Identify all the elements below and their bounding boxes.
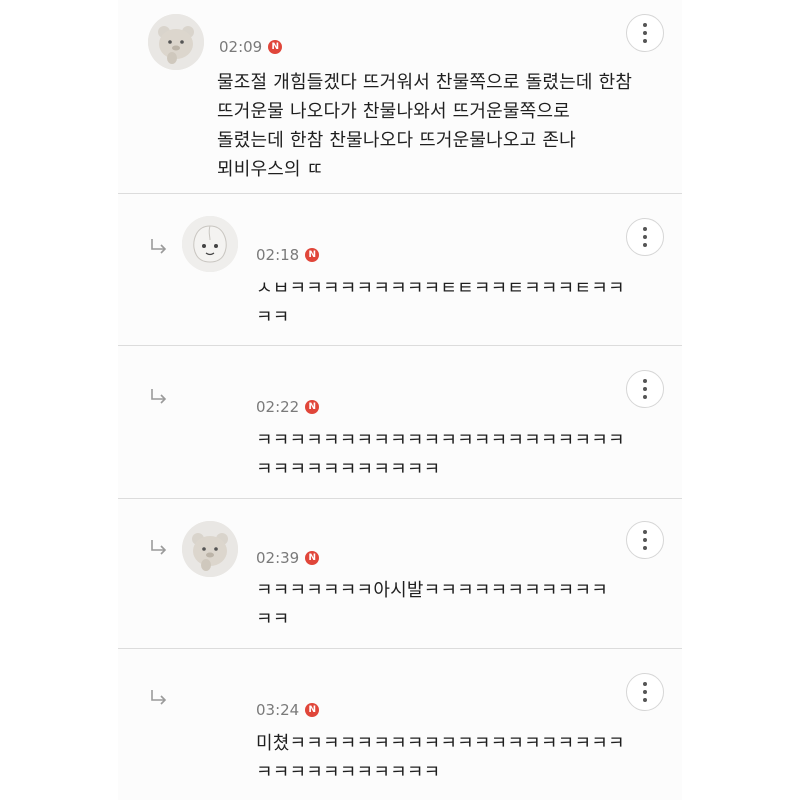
- new-badge: N: [305, 703, 320, 717]
- time-label: 02:09: [219, 38, 263, 56]
- new-badge: N: [305, 248, 320, 262]
- reply-item: 03:24 N 미쳤ㅋㅋㅋㅋㅋㅋㅋㅋㅋㅋㅋㅋㅋㅋㅋㅋㅋㅋㅋㅋ ㅋㅋㅋㅋㅋㅋㅋㅋㅋ…: [118, 649, 682, 800]
- new-badge: N: [268, 40, 283, 54]
- reply-item: 02:39 N ㅋㅋㅋㅋㅋㅋㅋ아시발ㅋㅋㅋㅋㅋㅋㅋㅋㅋㅋㅋ ㅋㅋ: [118, 499, 682, 649]
- reply-item: 02:18 N ㅅㅂㅋㅋㅋㅋㅋㅋㅋㅋㅋㅌㅌㅋㅋㅌㅋㅋㅋㅌㅋㅋ ㅋㅋ: [118, 194, 682, 346]
- more-options-button[interactable]: [626, 673, 664, 711]
- more-vertical-icon: [643, 377, 647, 401]
- reply-arrow-icon: [148, 386, 170, 408]
- comment-time: 02:18 N: [256, 246, 320, 264]
- comment-text: 물조절 개힘들겠다 뜨거워서 찬물쪽으로 돌렸는데 한참 뜨거운물 나오다가 찬…: [217, 72, 633, 180]
- time-label: 02:22: [256, 398, 300, 416]
- time-label: 03:24: [256, 701, 300, 719]
- more-vertical-icon: [643, 225, 647, 249]
- comment-text: ㅋㅋㅋㅋㅋㅋㅋ아시발ㅋㅋㅋㅋㅋㅋㅋㅋㅋㅋㅋ ㅋㅋ: [256, 580, 608, 630]
- time-label: 02:18: [256, 246, 300, 264]
- reply-item: 02:22 N ㅋㅋㅋㅋㅋㅋㅋㅋㅋㅋㅋㅋㅋㅋㅋㅋㅋㅋㅋㅋㅋㅋ ㅋㅋㅋㅋㅋㅋㅋㅋㅋ…: [118, 346, 682, 499]
- more-vertical-icon: [643, 680, 647, 704]
- peach-avatar-icon[interactable]: [182, 216, 238, 272]
- new-badge: N: [305, 400, 320, 414]
- bear-avatar-icon[interactable]: [182, 521, 238, 577]
- comment-time: 02:22 N: [256, 398, 320, 416]
- comment-time: 02:09 N: [219, 38, 283, 56]
- comment-time: 02:39 N: [256, 549, 320, 567]
- more-options-button[interactable]: [626, 370, 664, 408]
- comment-time: 03:24 N: [256, 701, 320, 719]
- more-options-button[interactable]: [626, 218, 664, 256]
- reply-arrow-icon: [148, 687, 170, 709]
- comment-text: ㅅㅂㅋㅋㅋㅋㅋㅋㅋㅋㅋㅌㅌㅋㅋㅌㅋㅋㅋㅌㅋㅋ ㅋㅋ: [256, 278, 625, 328]
- comment-text: 미쳤ㅋㅋㅋㅋㅋㅋㅋㅋㅋㅋㅋㅋㅋㅋㅋㅋㅋㅋㅋㅋ ㅋㅋㅋㅋㅋㅋㅋㅋㅋㅋㅋ: [256, 733, 625, 783]
- more-options-button[interactable]: [626, 14, 664, 52]
- bear-avatar-icon[interactable]: [148, 14, 204, 70]
- comment-item: 02:09 N 물조절 개힘들겠다 뜨거워서 찬물쪽으로 돌렸는데 한참 뜨거운…: [118, 0, 682, 194]
- comment-text: ㅋㅋㅋㅋㅋㅋㅋㅋㅋㅋㅋㅋㅋㅋㅋㅋㅋㅋㅋㅋㅋㅋ ㅋㅋㅋㅋㅋㅋㅋㅋㅋㅋㅋ: [256, 430, 625, 480]
- more-vertical-icon: [643, 21, 647, 45]
- reply-arrow-icon: [148, 537, 170, 559]
- comment-list: 02:09 N 물조절 개힘들겠다 뜨거워서 찬물쪽으로 돌렸는데 한참 뜨거운…: [118, 0, 682, 800]
- new-badge: N: [305, 551, 320, 565]
- reply-arrow-icon: [148, 236, 170, 258]
- more-options-button[interactable]: [626, 521, 664, 559]
- time-label: 02:39: [256, 549, 300, 567]
- more-vertical-icon: [643, 528, 647, 552]
